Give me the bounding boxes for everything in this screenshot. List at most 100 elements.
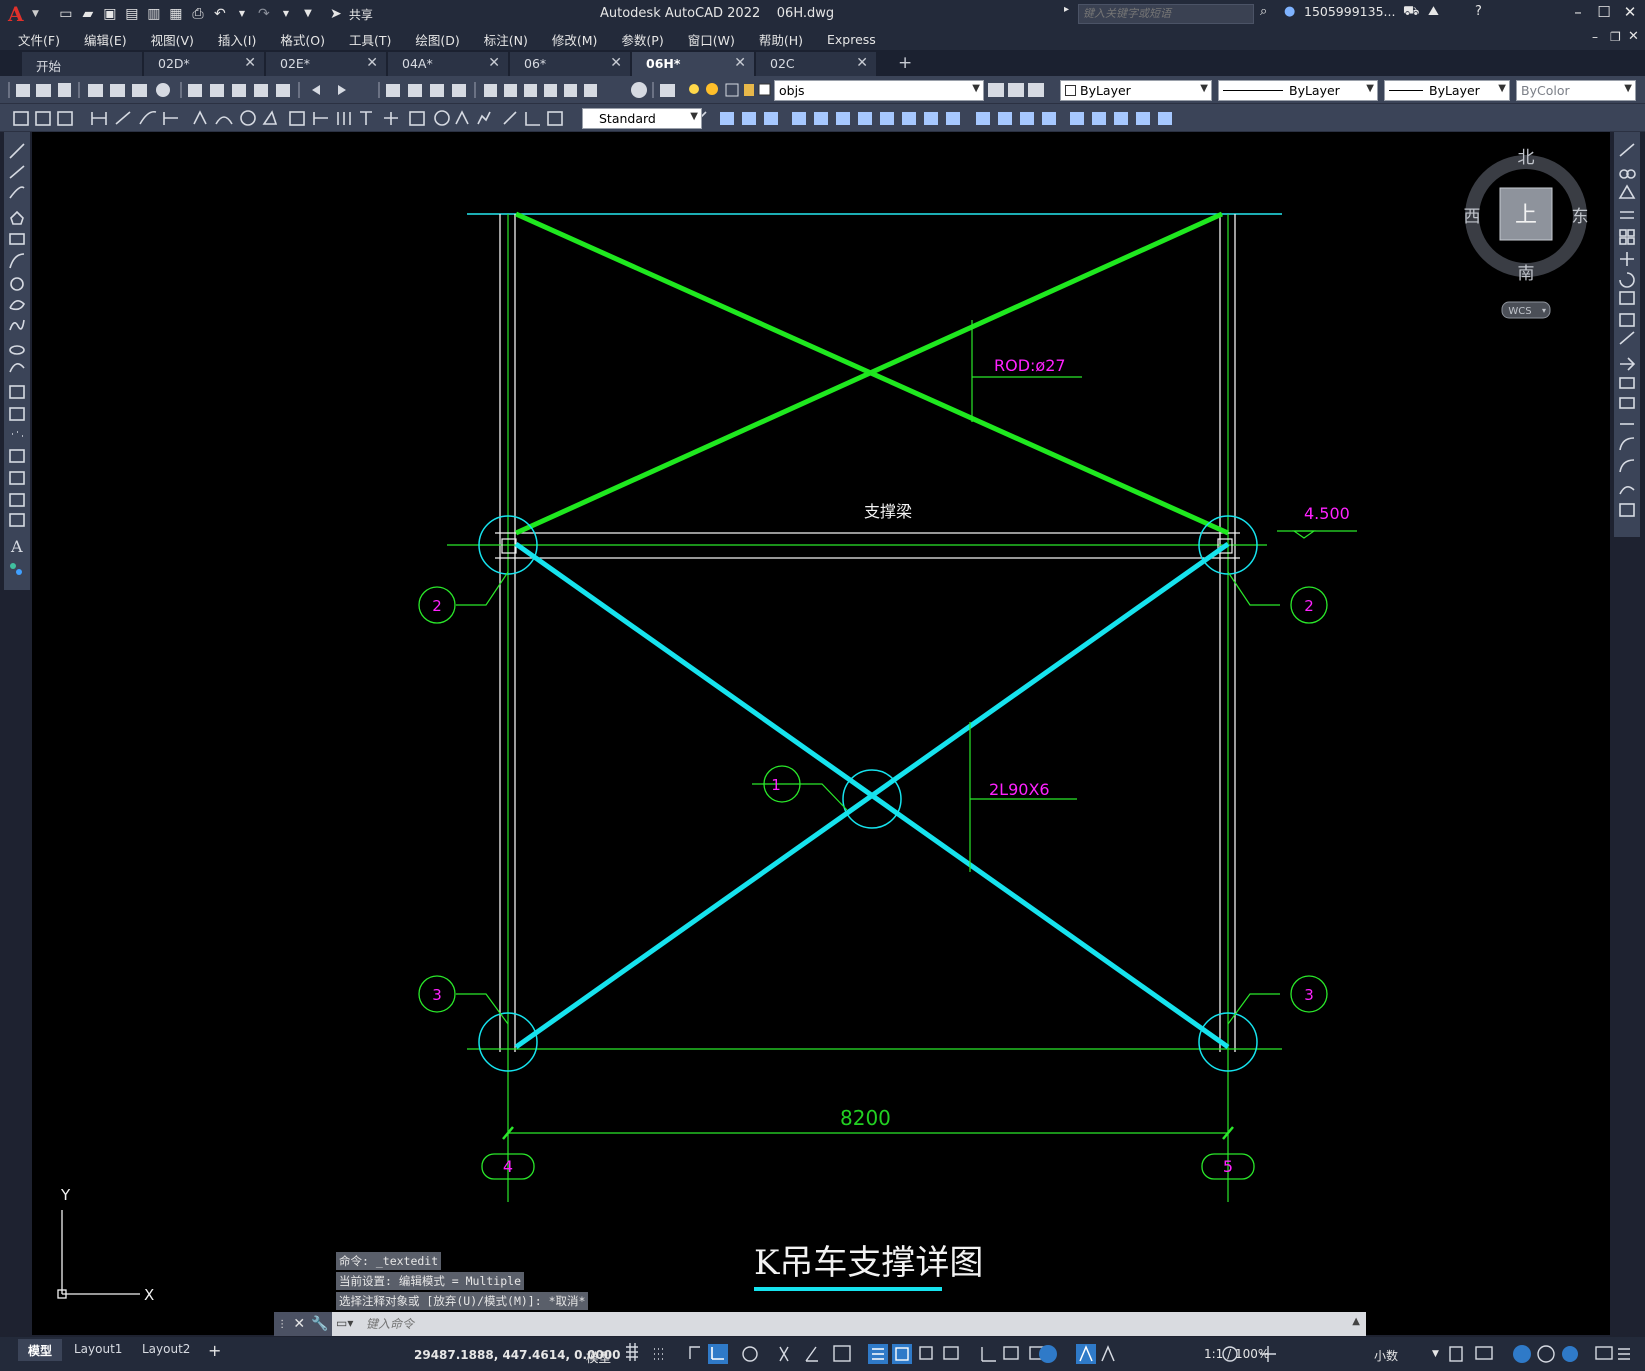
layer-dropdown[interactable]: objs ▼ xyxy=(774,80,984,101)
export-icon[interactable]: ▦ xyxy=(167,5,185,23)
help-search-input[interactable] xyxy=(1078,4,1254,24)
units-setting[interactable]: 小数 xyxy=(1374,1347,1398,1364)
detail-marker-1[interactable]: 1 xyxy=(771,776,781,794)
menu-draw[interactable]: 绘图(D) xyxy=(415,30,459,49)
tab-close-icon[interactable]: ✕ xyxy=(244,55,256,71)
menu-window[interactable]: 窗口(W) xyxy=(688,30,735,49)
app-menu-chevron-icon[interactable]: ▼ xyxy=(32,9,39,19)
redo-dropdown-icon[interactable]: ▼ xyxy=(277,5,295,23)
tab-close-icon[interactable]: ✕ xyxy=(856,55,868,71)
tab-close-icon[interactable]: ✕ xyxy=(734,55,746,71)
drawing-text: ROD:ø27 支撑梁 4.500 2L90X6 8200 1 2 2 3 3 … xyxy=(432,356,1350,1283)
tab-close-icon[interactable]: ✕ xyxy=(488,55,500,71)
user-name[interactable]: 1505999135... xyxy=(1304,4,1395,19)
lineweight-dropdown[interactable]: ByLayer ▼ xyxy=(1384,80,1510,101)
viewcube[interactable]: 上 北 南 西 东 WCS ▾ xyxy=(1464,148,1589,319)
grid-label-4[interactable]: 4 xyxy=(503,1157,513,1176)
tab-02e[interactable]: 02E* ✕ xyxy=(266,52,386,76)
tab-02c[interactable]: 02C ✕ xyxy=(756,52,876,76)
menu-file[interactable]: 文件(F) xyxy=(18,30,60,49)
cad-drawing[interactable]: ROD:ø27 支撑梁 4.500 2L90X6 8200 1 2 2 3 3 … xyxy=(32,132,1610,1335)
tab-06[interactable]: 06* ✕ xyxy=(510,52,630,76)
detail-marker-2-right[interactable]: 2 xyxy=(1304,597,1314,615)
save-icon[interactable]: ▣ xyxy=(101,5,119,23)
close-icon[interactable]: ✕ xyxy=(1618,3,1642,23)
tab-start[interactable]: 开始 xyxy=(22,52,142,76)
layout-tab-layout2[interactable]: Layout2 xyxy=(132,1339,200,1361)
share-label[interactable]: 共享 xyxy=(349,6,373,23)
menu-edit[interactable]: 编辑(E) xyxy=(84,30,127,49)
rod-label[interactable]: ROD:ø27 xyxy=(994,356,1066,375)
viewcube-north-label[interactable]: 北 xyxy=(1518,148,1535,168)
menu-express[interactable]: Express xyxy=(827,32,876,47)
doc-minimize-icon[interactable]: – xyxy=(1592,30,1598,44)
tab-close-icon[interactable]: ✕ xyxy=(610,55,622,71)
doc-close-icon[interactable]: ✕ xyxy=(1628,29,1639,44)
menu-help[interactable]: 帮助(H) xyxy=(759,30,803,49)
open-icon[interactable]: ▰ xyxy=(79,5,97,23)
menu-insert[interactable]: 插入(I) xyxy=(218,30,256,49)
command-prompt-icon[interactable]: ▭▾ xyxy=(336,1316,353,1330)
viewcube-east-label[interactable]: 东 xyxy=(1572,207,1589,227)
undo-icon[interactable]: ↶ xyxy=(211,5,229,23)
command-grip-icon[interactable]: ⋮ xyxy=(277,1319,287,1330)
space-toggle[interactable]: 模型 xyxy=(586,1347,611,1366)
undo-dropdown-icon[interactable]: ▼ xyxy=(233,5,251,23)
plot-icon[interactable]: ⎙ xyxy=(189,5,207,23)
angle-label[interactable]: 2L90X6 xyxy=(989,780,1050,799)
new-icon[interactable]: ▭ xyxy=(57,5,75,23)
doc-restore-icon[interactable]: ❐ xyxy=(1610,30,1621,44)
customize-qat-icon[interactable]: ▼ xyxy=(299,5,317,23)
search-expand-icon[interactable]: ▸ xyxy=(1064,4,1069,15)
cart-icon[interactable]: ⛟ xyxy=(1403,4,1419,21)
menu-format[interactable]: 格式(O) xyxy=(280,30,325,49)
elevation-label[interactable]: 4.500 xyxy=(1304,504,1350,523)
share-icon[interactable]: ➤ xyxy=(327,5,345,23)
plotstyle-dropdown[interactable]: ByColor ▼ xyxy=(1516,80,1636,101)
drawing-title[interactable]: K吊车支撑详图 xyxy=(754,1243,983,1283)
detail-marker-3-left[interactable]: 3 xyxy=(432,986,442,1004)
tab-02d[interactable]: 02D* ✕ xyxy=(144,52,264,76)
menu-dimension[interactable]: 标注(N) xyxy=(484,30,528,49)
autocad-logo-icon[interactable]: A xyxy=(8,3,30,25)
beam-label[interactable]: 支撑梁 xyxy=(864,502,912,521)
units-dropdown-icon[interactable]: ▼ xyxy=(1432,1349,1439,1359)
menu-tools[interactable]: 工具(T) xyxy=(349,30,391,49)
command-close-icon[interactable]: ✕ xyxy=(293,1316,305,1332)
linetype-dropdown[interactable]: ByLayer ▼ xyxy=(1218,80,1378,101)
wcs-dropdown-icon[interactable]: ▾ xyxy=(1542,306,1546,315)
annotation-scale[interactable]: 1:1 / 100% xyxy=(1204,1347,1269,1361)
dimstyle-dropdown[interactable]: Standard ▼ xyxy=(582,108,702,129)
add-layout-icon[interactable]: + xyxy=(208,1341,221,1360)
viewcube-south-label[interactable]: 南 xyxy=(1518,264,1535,284)
autodesk-app-icon[interactable]: ⛰ xyxy=(1428,4,1439,19)
command-input[interactable] xyxy=(366,1314,1326,1334)
grid-label-5[interactable]: 5 xyxy=(1223,1157,1233,1176)
color-dropdown[interactable]: ByLayer ▼ xyxy=(1060,80,1212,101)
tab-06h[interactable]: 06H* ✕ xyxy=(632,52,754,76)
tab-04a[interactable]: 04A* ✕ xyxy=(388,52,508,76)
layout-tab-layout1[interactable]: Layout1 xyxy=(64,1339,132,1361)
user-icon[interactable]: ● xyxy=(1284,4,1295,19)
menu-parametric[interactable]: 参数(P) xyxy=(621,30,663,49)
tab-close-icon[interactable]: ✕ xyxy=(366,55,378,71)
dimension-label[interactable]: 8200 xyxy=(840,1106,891,1130)
drawing-canvas[interactable]: ROD:ø27 支撑梁 4.500 2L90X6 8200 1 2 2 3 3 … xyxy=(32,132,1610,1335)
command-history-toggle-icon[interactable]: ▲ xyxy=(1352,1316,1360,1327)
menu-view[interactable]: 视图(V) xyxy=(151,30,194,49)
menu-modify[interactable]: 修改(M) xyxy=(552,30,598,49)
status-right-icons[interactable] xyxy=(1446,1337,1636,1371)
save-as-icon[interactable]: ▤ xyxy=(123,5,141,23)
detail-marker-2-left[interactable]: 2 xyxy=(432,597,442,615)
new-tab-icon[interactable]: + xyxy=(898,53,912,73)
maximize-icon[interactable]: ☐ xyxy=(1592,3,1616,23)
minimize-icon[interactable]: – xyxy=(1566,3,1590,23)
redo-icon[interactable]: ↷ xyxy=(255,5,273,23)
help-icon[interactable]: ? xyxy=(1475,4,1482,19)
viewcube-west-label[interactable]: 西 xyxy=(1464,207,1481,227)
import-icon[interactable]: ▥ xyxy=(145,5,163,23)
search-icon[interactable]: ⌕ xyxy=(1260,4,1267,19)
layout-tab-model[interactable]: 模型 xyxy=(18,1339,63,1361)
detail-marker-3-right[interactable]: 3 xyxy=(1304,986,1314,1004)
command-customize-icon[interactable]: 🔧 xyxy=(311,1316,328,1332)
